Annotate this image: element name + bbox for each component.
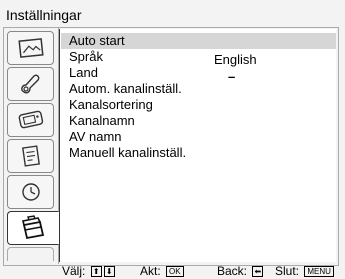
sound-icon (16, 72, 46, 96)
features-icon (16, 144, 46, 168)
setup-toolbox-icon (18, 215, 48, 241)
up-arrow-key-icon: ⬆ (90, 266, 102, 277)
tab-setup[interactable] (7, 211, 60, 245)
tab-timer[interactable] (7, 175, 54, 209)
activate-hint: Akt: OK (140, 263, 184, 279)
tab-sound[interactable] (7, 67, 54, 101)
activate-label: Akt: (140, 264, 161, 278)
back-label: Back: (217, 264, 248, 278)
settings-list-panel: Auto start Språk English Land – Autom. k… (59, 29, 336, 262)
select-label: Välj: (62, 264, 86, 278)
exit-hint: Slut: MENU (275, 263, 334, 279)
screen-control-icon (16, 108, 46, 132)
key-help-bar: Välj: ⬆ ⬇ Akt: OK Back: ⬅ Slut: MENU (0, 263, 345, 279)
menu-item-channel-names[interactable]: Kanalnamn (69, 113, 135, 129)
tab-features[interactable] (7, 139, 54, 173)
tab-screen-control[interactable] (7, 103, 54, 137)
menu-item-auto-tuning[interactable]: Autom. kanalinställ. (69, 81, 182, 97)
settings-menu-window: Inställningar Auto start Språk English L… (0, 0, 345, 279)
language-value: English (214, 52, 257, 67)
down-arrow-key-icon: ⬇ (103, 266, 115, 277)
menu-item-language[interactable]: Språk (69, 49, 103, 65)
timer-icon (16, 180, 46, 204)
menu-item-av-names[interactable]: AV namn (69, 129, 122, 145)
menu-item-channel-sorting[interactable]: Kanalsortering (69, 97, 153, 113)
menu-item-auto-start[interactable]: Auto start (61, 33, 336, 49)
category-tabs (3, 27, 60, 264)
menu-title: Inställningar (6, 7, 82, 23)
country-value: – (228, 69, 236, 84)
ok-key-icon: OK (166, 266, 184, 277)
back-hint: Back: ⬅ (217, 263, 264, 279)
tab-picture[interactable] (7, 31, 54, 65)
exit-label: Slut: (275, 264, 300, 278)
picture-icon (16, 37, 46, 59)
menu-item-manual-tuning[interactable]: Manuell kanalinställ. (69, 145, 186, 161)
tab-empty (7, 247, 54, 261)
select-hint: Välj: ⬆ ⬇ (62, 263, 115, 279)
left-arrow-key-icon: ⬅ (252, 266, 264, 277)
menu-key-icon: MENU (304, 266, 334, 277)
menu-item-country[interactable]: Land (69, 65, 98, 81)
